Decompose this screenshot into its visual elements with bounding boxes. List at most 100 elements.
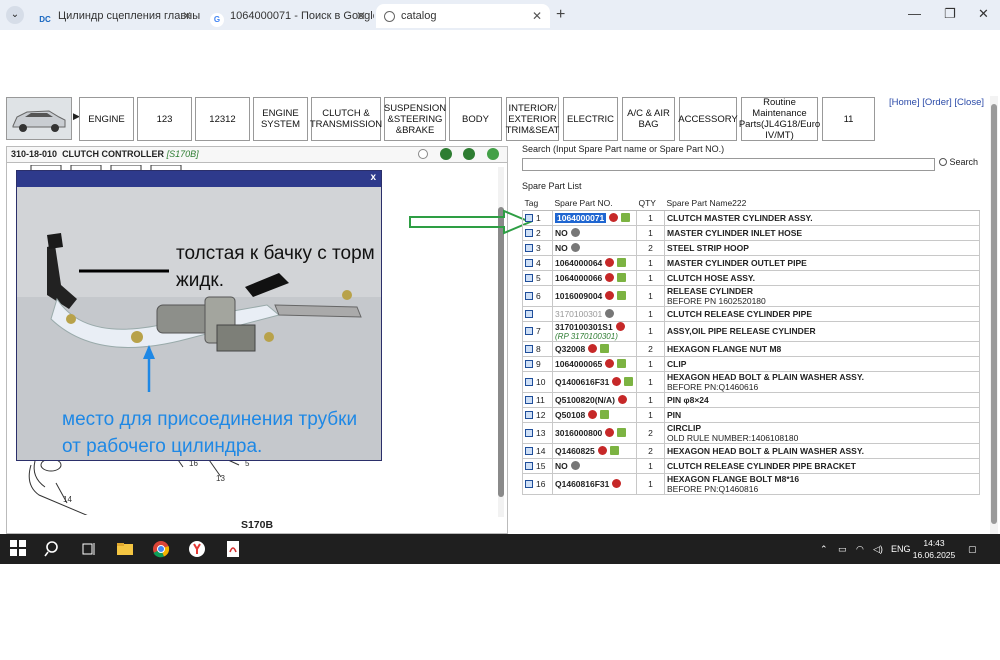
cart-icon[interactable] bbox=[615, 321, 625, 331]
search-button[interactable]: Search bbox=[939, 157, 978, 167]
windows-start-icon[interactable] bbox=[10, 540, 28, 558]
part-no-cell[interactable]: NO bbox=[552, 239, 637, 256]
pdf-reader-icon[interactable] bbox=[224, 540, 242, 558]
volume-icon[interactable]: ◁) bbox=[873, 534, 883, 564]
part-row[interactable]: 4 1064000064 1 MASTER CYLINDER OUTLET PIPE bbox=[522, 254, 980, 271]
part-number-link[interactable]: 1016009004 bbox=[555, 291, 602, 301]
cart-icon[interactable] bbox=[612, 478, 622, 488]
tag-cell[interactable]: 5 bbox=[522, 269, 553, 286]
tab-1[interactable]: DC Цилиндр сцепления главный ✕ bbox=[30, 4, 200, 28]
arrow-left-icon[interactable] bbox=[439, 148, 452, 160]
yandex-browser-icon[interactable] bbox=[188, 540, 206, 558]
select-checkbox-icon[interactable] bbox=[525, 446, 533, 455]
part-row[interactable]: 5 1064000066 1 CLUTCH HOSE ASSY. bbox=[522, 269, 980, 286]
tag-cell[interactable]: 13 bbox=[522, 421, 553, 444]
part-row[interactable]: 13 3016000800 2 CIRCLIP OLD RULE NUMBER:1406… bbox=[522, 421, 980, 444]
select-checkbox-icon[interactable] bbox=[525, 309, 533, 318]
nav-ac-airbag[interactable]: A/C & AIR BAG bbox=[622, 97, 675, 141]
notifications-icon[interactable]: ▢ bbox=[968, 534, 977, 564]
tab-2[interactable]: G 1064000071 - Поиск в Google ✕ bbox=[202, 4, 374, 28]
nav-body[interactable]: BODY bbox=[449, 97, 502, 141]
window-close-icon[interactable]: ✕ bbox=[978, 6, 989, 22]
select-checkbox-icon[interactable] bbox=[525, 377, 533, 386]
info-icon[interactable] bbox=[617, 257, 627, 267]
part-no-cell[interactable]: Q5100820(N/A) bbox=[552, 391, 637, 408]
part-row[interactable]: 15 NO 1 CLUTCH RELEASE CYLINDER PIPE BRACKE… bbox=[522, 457, 980, 474]
part-row[interactable]: 8 Q32008 2 HEXAGON FLANGE NUT M8 bbox=[522, 340, 980, 357]
part-row[interactable]: 3 NO 2 STEEL STRIP HOOP bbox=[522, 239, 980, 256]
vehicle-thumbnail[interactable] bbox=[6, 97, 72, 140]
order-link[interactable]: [Order] bbox=[922, 97, 952, 108]
part-number-link[interactable]: Q32008 bbox=[555, 344, 585, 354]
nav-engine[interactable]: ENGINE bbox=[79, 97, 134, 141]
part-no-cell[interactable]: Q32008 bbox=[552, 340, 637, 357]
select-checkbox-icon[interactable] bbox=[525, 213, 533, 222]
part-row[interactable]: 10 Q1400616F31 1 HEXAGON HEAD BOLT & PLAIN … bbox=[522, 370, 980, 393]
nav-12312[interactable]: 12312 bbox=[195, 97, 250, 141]
part-number-link[interactable]: 1064000064 bbox=[555, 258, 602, 268]
task-view-icon[interactable] bbox=[80, 540, 98, 558]
part-no-cell[interactable]: 1016009004 bbox=[552, 284, 637, 307]
tag-cell[interactable]: 9 bbox=[522, 355, 553, 372]
part-no-cell[interactable]: Q50108 bbox=[552, 406, 637, 423]
select-checkbox-icon[interactable] bbox=[525, 273, 533, 282]
tag-cell[interactable]: 4 bbox=[522, 254, 553, 271]
select-checkbox-icon[interactable] bbox=[525, 461, 533, 470]
tag-cell[interactable]: 10 bbox=[522, 370, 553, 393]
tab-search-chevron-icon[interactable]: ⌄ bbox=[6, 6, 24, 24]
select-checkbox-icon[interactable] bbox=[525, 359, 533, 368]
part-row[interactable]: 7 3170100301S1 (RP 3170100301) 1 ASSY,OIL PI… bbox=[522, 320, 980, 342]
close-icon[interactable]: ✕ bbox=[356, 4, 366, 28]
tag-cell[interactable]: 3 bbox=[522, 239, 553, 256]
wifi-icon[interactable]: ◠ bbox=[856, 534, 864, 564]
part-row[interactable]: 9 1064000065 1 CLIP bbox=[522, 355, 980, 372]
part-no-cell[interactable]: 1064000066 bbox=[552, 269, 637, 286]
part-number-link[interactable]: 3170100301S1 bbox=[555, 322, 613, 332]
select-checkbox-icon[interactable] bbox=[525, 428, 533, 437]
part-no-cell[interactable]: 3170100301S1 (RP 3170100301) bbox=[552, 320, 637, 342]
tag-cell[interactable]: 11 bbox=[522, 391, 553, 408]
part-no-cell[interactable]: NO bbox=[552, 224, 637, 241]
part-no-cell[interactable]: 3170100301 bbox=[552, 305, 637, 322]
nav-11[interactable]: 11 bbox=[822, 97, 875, 141]
part-number-link[interactable]: 1064000066 bbox=[555, 273, 602, 283]
info-icon[interactable] bbox=[624, 376, 634, 386]
tag-cell[interactable]: 6 bbox=[522, 284, 553, 307]
tag-cell[interactable]: 2 bbox=[522, 224, 553, 241]
part-row[interactable]: 3170100301 1 CLUTCH RELEASE CYLINDER PIPE bbox=[522, 305, 980, 322]
nav-electric[interactable]: ELECTRIC bbox=[563, 97, 618, 141]
nav-123[interactable]: 123 bbox=[137, 97, 192, 141]
nav-interior-exterior[interactable]: INTERIOR/ EXTERIOR TRIM&SEAT bbox=[506, 97, 559, 141]
tag-cell[interactable]: 8 bbox=[522, 340, 553, 357]
nav-accessory[interactable]: ACCESSORY bbox=[678, 97, 738, 141]
cart-icon[interactable] bbox=[570, 227, 580, 237]
cart-icon[interactable] bbox=[597, 445, 607, 455]
part-number-link[interactable]: 3170100301 bbox=[555, 309, 602, 319]
nav-routine-maintenance[interactable]: Routine Maintenance Parts(JL4G18/Euro IV… bbox=[739, 97, 820, 141]
tag-cell[interactable]: 14 bbox=[522, 442, 553, 459]
system-clock[interactable]: 14:43 16.06.2025 bbox=[910, 537, 958, 561]
info-icon[interactable] bbox=[609, 445, 619, 455]
select-checkbox-icon[interactable] bbox=[525, 243, 533, 252]
tag-cell[interactable] bbox=[522, 305, 553, 322]
part-number-link[interactable]: Q50108 bbox=[555, 410, 585, 420]
part-no-cell[interactable]: Q1460816F31 bbox=[552, 472, 637, 495]
part-number-link[interactable]: NO bbox=[555, 461, 568, 471]
tag-cell[interactable]: 15 bbox=[522, 457, 553, 474]
part-number-link[interactable]: NO bbox=[555, 243, 568, 253]
cart-icon[interactable] bbox=[605, 272, 615, 282]
tab-3-active[interactable]: catalog ✕ bbox=[376, 4, 550, 28]
select-checkbox-icon[interactable] bbox=[525, 479, 533, 488]
battery-icon[interactable]: ▭ bbox=[838, 534, 847, 564]
select-checkbox-icon[interactable] bbox=[525, 228, 533, 237]
part-number-link[interactable]: 3016000800 bbox=[555, 428, 602, 438]
cart-icon[interactable] bbox=[588, 409, 598, 419]
zoom-icon[interactable] bbox=[418, 149, 429, 159]
cart-icon[interactable] bbox=[605, 308, 615, 318]
home-link[interactable]: [Home] bbox=[889, 97, 920, 108]
select-checkbox-icon[interactable] bbox=[525, 395, 533, 404]
part-no-cell[interactable]: 1064000064 bbox=[552, 254, 637, 271]
cart-icon[interactable] bbox=[605, 257, 615, 267]
arrow-right-icon[interactable] bbox=[463, 148, 476, 160]
part-no-cell[interactable]: 3016000800 bbox=[552, 421, 637, 444]
